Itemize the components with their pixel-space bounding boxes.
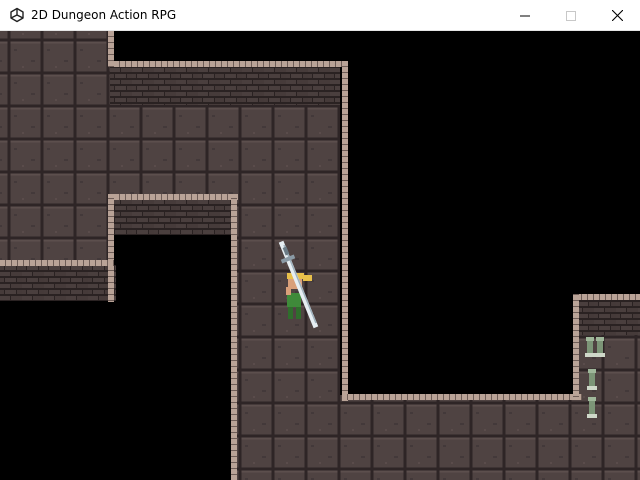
trim-right-wall (342, 61, 348, 401)
trim-inner-pillar (231, 194, 237, 480)
minimize-button[interactable] (502, 0, 548, 31)
unity-icon (10, 7, 24, 23)
trim-middle-ledge-top (108, 194, 238, 200)
maximize-icon (566, 10, 576, 21)
wall-right-chamber (578, 297, 640, 335)
close-button[interactable] (594, 0, 640, 31)
trim-right-chamber-top (573, 294, 640, 300)
wall-left-ledge (0, 265, 116, 301)
wall-top-corridor (110, 67, 340, 105)
window-titlebar[interactable]: 2D Dungeon Action RPG (0, 0, 640, 31)
minimize-icon (520, 15, 530, 16)
trim-top-corridor (108, 61, 348, 67)
trim-corridor-left (108, 31, 114, 67)
close-icon (611, 10, 623, 21)
dungeon-scene (0, 31, 640, 480)
trim-middle-ledge-left (108, 194, 114, 302)
wall-middle-ledge (110, 199, 235, 235)
maximize-button[interactable] (548, 0, 594, 31)
trim-right-chamber-side (573, 294, 579, 400)
trim-bottom-right (342, 394, 582, 400)
game-viewport[interactable] (0, 31, 640, 480)
trim-left-ledge (0, 260, 114, 266)
window-title: 2D Dungeon Action RPG (31, 8, 177, 22)
